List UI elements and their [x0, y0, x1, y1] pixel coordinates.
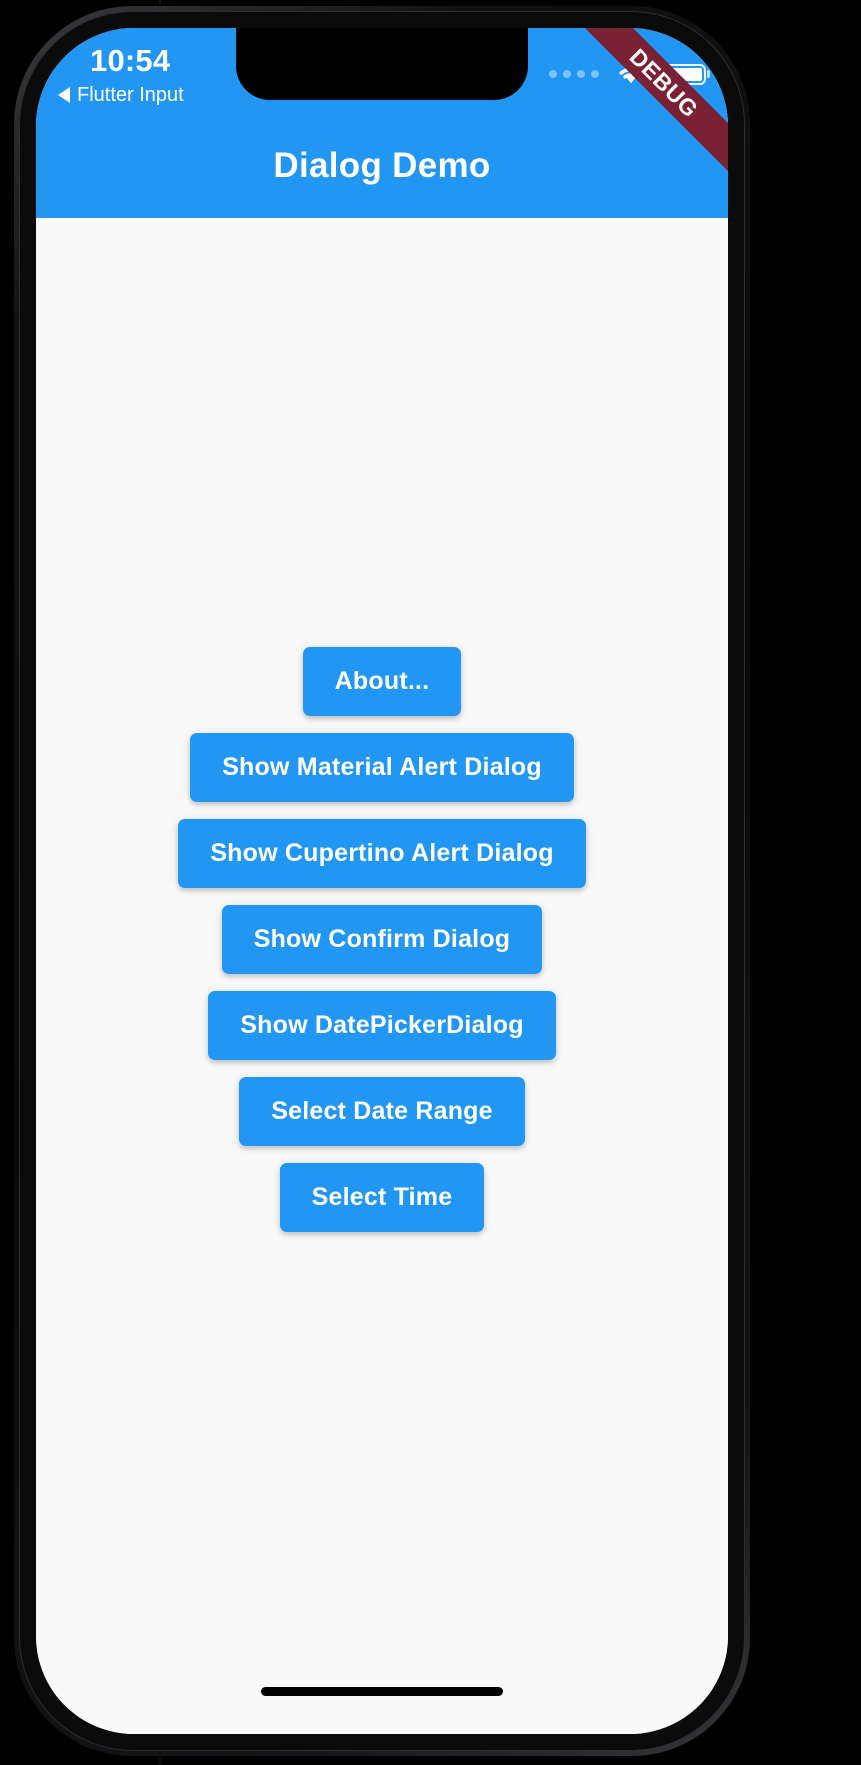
device-notch	[236, 28, 528, 100]
dialog-button-column: About... Show Material Alert Dialog Show…	[178, 646, 586, 1232]
status-bar-clock: 10:54	[90, 43, 171, 78]
show-cupertino-alert-dialog-button[interactable]: Show Cupertino Alert Dialog	[178, 818, 586, 888]
back-to-app-link[interactable]: Flutter Input	[58, 85, 184, 105]
wifi-icon	[615, 62, 647, 86]
show-confirm-dialog-button[interactable]: Show Confirm Dialog	[221, 904, 543, 974]
show-material-alert-dialog-button[interactable]: Show Material Alert Dialog	[190, 732, 574, 802]
desktop-backdrop: Dialog Demo 10:54 Flutter Input DEBUG Ab…	[0, 0, 861, 1765]
status-bar-indicators	[549, 62, 706, 86]
flutter-app-root: Dialog Demo 10:54 Flutter Input DEBUG Ab…	[36, 28, 728, 1734]
signal-dots-icon	[549, 70, 599, 78]
home-indicator[interactable]	[261, 1687, 503, 1696]
show-date-picker-dialog-button[interactable]: Show DatePickerDialog	[208, 990, 556, 1060]
battery-full-icon	[663, 63, 706, 85]
about-button[interactable]: About...	[302, 646, 462, 716]
page-title: Dialog Demo	[273, 146, 491, 185]
device-screen: Dialog Demo 10:54 Flutter Input DEBUG Ab…	[36, 28, 728, 1734]
back-to-app-label: Flutter Input	[77, 84, 184, 106]
select-time-button[interactable]: Select Time	[279, 1162, 485, 1232]
triangle-left-icon	[58, 87, 70, 103]
select-date-range-button[interactable]: Select Date Range	[239, 1076, 525, 1146]
app-body: About... Show Material Alert Dialog Show…	[36, 218, 728, 1734]
